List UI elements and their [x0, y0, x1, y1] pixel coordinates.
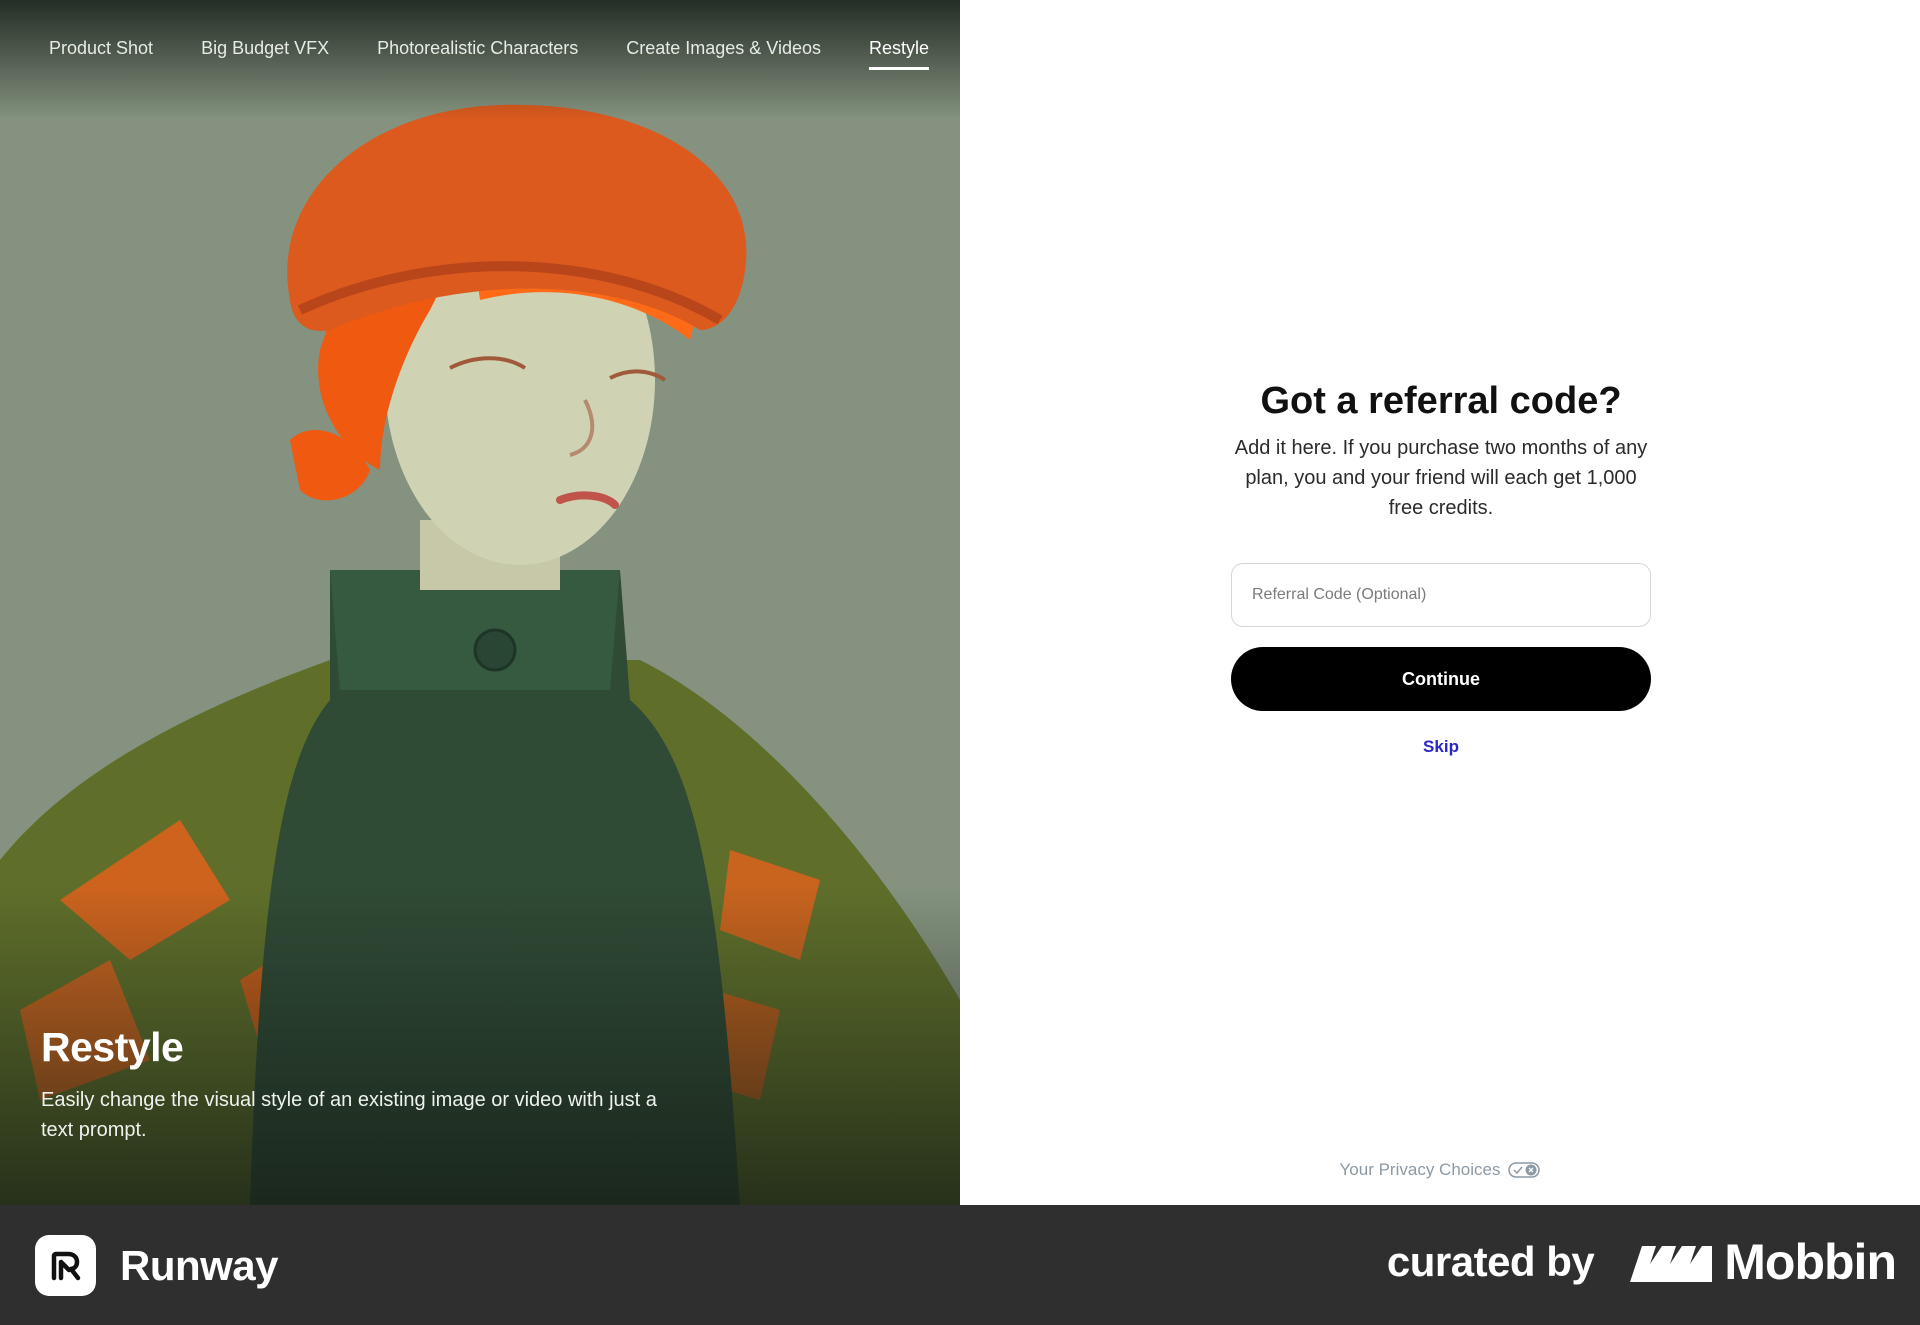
feature-tabs: Product Shot Big Budget VFX Photorealist… [49, 38, 960, 70]
privacy-choices-label: Your Privacy Choices [1339, 1160, 1501, 1179]
curated-by-text: curated by [1386, 1238, 1595, 1285]
page-title: Got a referral code? [1260, 380, 1622, 422]
continue-button[interactable]: Continue [1231, 647, 1651, 711]
curation-footer: Runway curated by Mobbin [0, 1205, 1920, 1325]
hero-description: Easily change the visual style of an exi… [41, 1089, 657, 1141]
referral-form: Got a referral code? Add it here. If you… [1231, 380, 1651, 757]
referral-panel: Got a referral code? Add it here. If you… [960, 0, 1920, 1205]
skip-link[interactable]: Skip [1423, 737, 1459, 757]
curated-by: curated by Mobbin [1386, 1233, 1897, 1291]
hero-caption: Restyle Easily change the visual style o… [41, 1024, 661, 1145]
runway-logo-icon [35, 1235, 96, 1296]
tab-create-images-videos[interactable]: Create Images & Videos [626, 38, 821, 70]
curator-name: Mobbin [1724, 1234, 1897, 1290]
page: Product Shot Big Budget VFX Photorealist… [0, 0, 1920, 1325]
tab-product-shot[interactable]: Product Shot [49, 38, 153, 70]
privacy-footer: Your Privacy Choices [960, 1160, 1920, 1180]
privacy-toggle-icon [1508, 1162, 1541, 1178]
hero-title: Restyle [41, 1024, 184, 1070]
runway-brand: Runway [35, 1235, 279, 1296]
brand-name: Runway [120, 1241, 279, 1289]
privacy-choices-link[interactable]: Your Privacy Choices [1340, 1160, 1541, 1180]
tab-big-budget-vfx[interactable]: Big Budget VFX [201, 38, 329, 70]
tab-restyle[interactable]: Restyle [869, 38, 930, 70]
mobbin-logo-icon [1630, 1246, 1713, 1282]
hero-showcase: Product Shot Big Budget VFX Photorealist… [0, 0, 960, 1205]
tab-photorealistic-characters[interactable]: Photorealistic Characters [377, 38, 578, 70]
referral-subtitle: Add it here. If you purchase two months … [1234, 437, 1648, 519]
referral-code-input[interactable] [1231, 563, 1651, 627]
